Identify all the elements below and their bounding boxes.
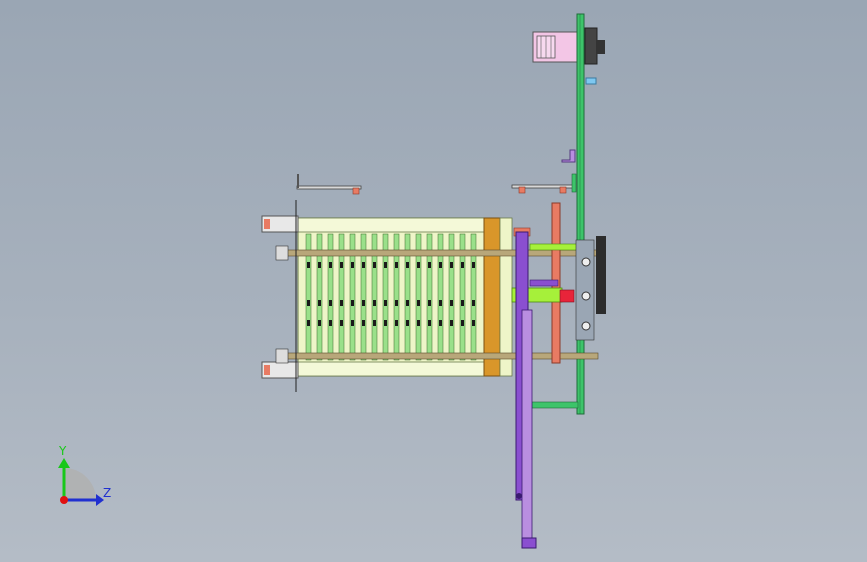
slot-clip [307,300,310,306]
slot-clip [439,300,442,306]
slot-clip [307,320,310,326]
slot-clip [373,320,376,326]
slot-clip [373,300,376,306]
slot-clip [318,320,321,326]
slot-clip [439,262,442,268]
slot-clip [329,320,332,326]
slot-clip [417,320,420,326]
z-axis-label: Z [103,486,111,500]
slot-clip [461,262,464,268]
slot-clip [351,262,354,268]
slot-clip [307,262,310,268]
motor-shaft-coupler [597,40,605,54]
slot-clip [384,320,387,326]
slot-clip [439,320,442,326]
slot-clip [329,300,332,306]
slot-clip [472,320,475,326]
slot-clip [395,262,398,268]
slot-clip [406,262,409,268]
slot-clip [461,320,464,326]
slot-clip [395,300,398,306]
orange-end-plate [483,217,501,377]
lower-rod [277,352,599,360]
slot-clip [362,320,365,326]
plate-magazine [297,217,513,377]
coordinate-triad: Y Z [58,444,111,506]
cad-viewport[interactable]: Y Z [0,0,867,562]
drive-pulley [596,236,606,314]
slot-clip [351,300,354,306]
slot-clip [428,320,431,326]
slot-clip [373,262,376,268]
x-axis-dot [60,496,68,504]
slot-clip [384,300,387,306]
slot-clip [362,262,365,268]
assembly-drawing: Y Z [58,13,606,549]
slot-clip [340,262,343,268]
slot-clip [384,262,387,268]
upper-rod [277,249,599,257]
slot-clip [329,262,332,268]
slot-clip [417,262,420,268]
slot-clip [417,300,420,306]
slot-clip [472,300,475,306]
slot-clip [428,300,431,306]
cyan-block [585,77,597,85]
slot-clip [395,320,398,326]
red-block [559,289,575,303]
slot-clip [450,262,453,268]
slot-clip [318,300,321,306]
vertical-actuator [515,231,537,549]
slot-clip [428,262,431,268]
slot-clip [340,300,343,306]
slot-clip [450,300,453,306]
slot-clip [406,320,409,326]
motor-flange [584,27,598,65]
servo-motor [532,27,605,85]
slot-clip [461,300,464,306]
slot-clip [351,320,354,326]
slot-clip [450,320,453,326]
slot-clip [340,320,343,326]
upper-brackets [296,149,577,195]
slot-clip [472,262,475,268]
slot-clip [318,262,321,268]
triad-quadrant [64,468,96,500]
y-axis-label: Y [58,444,67,458]
slot-clip [406,300,409,306]
slot-clip [362,300,365,306]
